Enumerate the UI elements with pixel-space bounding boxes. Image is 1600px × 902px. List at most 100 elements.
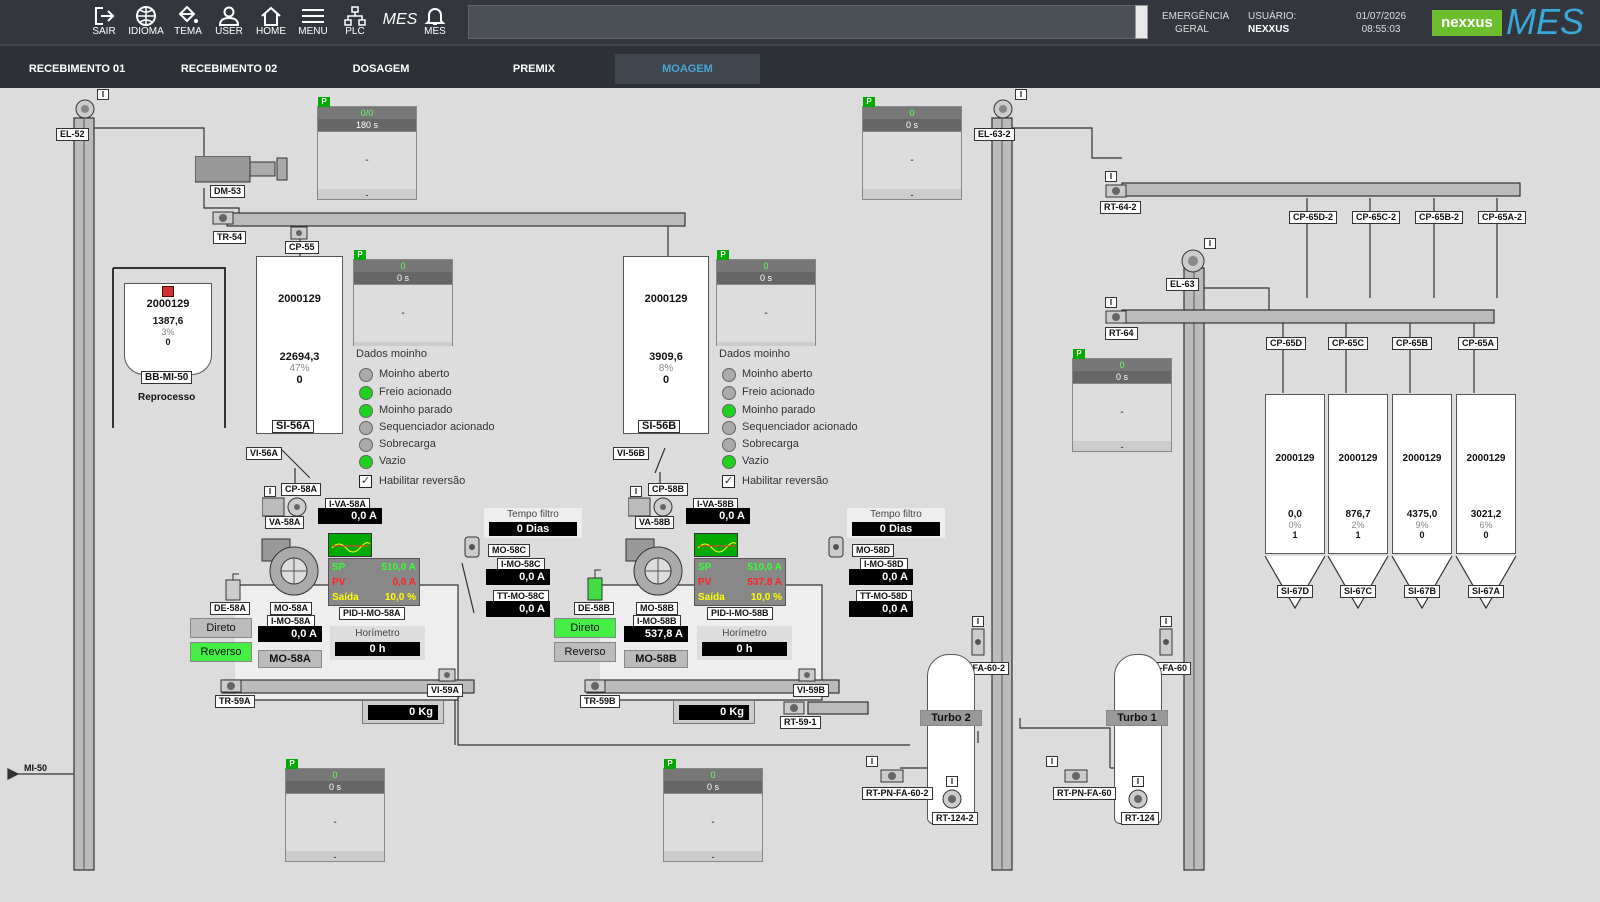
status-panel-6[interactable]: P 0 0 s - -	[285, 759, 385, 862]
cp55-tag[interactable]: CP-55	[285, 241, 319, 254]
rt642-tag[interactable]: RT-64-2	[1100, 201, 1141, 214]
dm53-tag[interactable]: DM-53	[210, 185, 246, 198]
el63-tag[interactable]: EL-63	[1166, 278, 1199, 291]
mill-b-direct-button[interactable]: Direto	[554, 618, 616, 638]
pid58b-tag[interactable]: PID-I-MO-58B	[707, 607, 773, 620]
status-panel-7[interactable]: P 0 0 s - -	[663, 759, 763, 862]
tab-moagem[interactable]: MOAGEM	[615, 54, 760, 84]
mill-a-direct-button[interactable]: Direto	[190, 618, 252, 638]
si67b-tag[interactable]: SI-67B	[1404, 585, 1441, 598]
cp65b2-tag[interactable]: CP-65B-2	[1415, 211, 1464, 224]
theme-button[interactable]: TEMA	[166, 4, 210, 42]
pid58a-tag[interactable]: PID-I-MO-58A	[339, 607, 405, 620]
silo-si56a[interactable]: 2000129 22694,3 47% 0	[256, 256, 343, 434]
cp65d-tag[interactable]: CP-65D	[1266, 337, 1307, 350]
va58b-valve-icon[interactable]	[628, 496, 676, 518]
el52-tag[interactable]: EL-52	[56, 128, 89, 141]
cp55-valve-icon[interactable]	[290, 226, 308, 240]
plc-button[interactable]: PLC	[333, 4, 377, 42]
rtpnfa602-motor-icon[interactable]	[880, 768, 910, 784]
de58b-equipment-icon[interactable]	[584, 568, 606, 602]
mo58d-motor-icon[interactable]	[828, 536, 844, 558]
pnfa602-valve-icon[interactable]	[970, 628, 986, 656]
turbo1-button[interactable]: Turbo 1	[1106, 710, 1168, 726]
el63-motor-icon[interactable]	[1180, 248, 1206, 274]
mo58c-tag[interactable]: MO-58C	[488, 544, 531, 557]
tab-dosagem[interactable]: DOSAGEM	[312, 54, 450, 84]
rt1242-mode-badge[interactable]: I	[946, 776, 958, 787]
rt124-motor-icon[interactable]	[1126, 788, 1150, 810]
rt64-motor-icon[interactable]	[1105, 309, 1127, 325]
message-scrollbar[interactable]	[1135, 5, 1148, 39]
silo-si56b[interactable]: 2000129 3909,6 8% 0	[623, 256, 709, 434]
mo58d-tag[interactable]: MO-58D	[852, 544, 895, 557]
mo58b-button[interactable]: MO-58B	[624, 650, 688, 668]
cp65a2-tag[interactable]: CP-65A-2	[1478, 211, 1527, 224]
pnfa60-mode-badge[interactable]: I	[1160, 616, 1172, 627]
rt642-motor-icon[interactable]	[1105, 183, 1127, 199]
el632-mode-badge[interactable]: I	[1015, 89, 1027, 100]
silo-si67d[interactable]: 2000129 0,0 0% 1	[1265, 394, 1325, 554]
va58b-tag[interactable]: VA-58B	[635, 516, 675, 529]
mill-a-trend-icon[interactable]	[328, 533, 372, 557]
exit-button[interactable]: SAIR	[82, 4, 126, 42]
de58a-tag[interactable]: DE-58A	[210, 602, 251, 615]
rt64-mode-badge[interactable]: I	[1105, 297, 1117, 308]
home-button[interactable]: HOME	[249, 4, 293, 42]
el52-motor-icon[interactable]	[74, 98, 96, 120]
rt64-tag[interactable]: RT-64	[1105, 327, 1138, 340]
pnfa602-mode-badge[interactable]: I	[972, 616, 984, 627]
si67c-tag[interactable]: SI-67C	[1340, 585, 1377, 598]
rt642-mode-badge[interactable]: I	[1105, 171, 1117, 182]
silo-si67b[interactable]: 2000129 4375,0 9% 0	[1392, 394, 1452, 554]
cp65a-tag[interactable]: CP-65A	[1458, 337, 1499, 350]
turbo2-button[interactable]: Turbo 2	[920, 710, 982, 726]
va58a-valve-icon[interactable]	[262, 496, 310, 518]
mill-b-trend-icon[interactable]	[694, 533, 738, 557]
vi59a-tag[interactable]: VI-59A	[427, 684, 464, 697]
si67a-tag[interactable]: SI-67A	[1468, 585, 1505, 598]
mill-b-motor-icon[interactable]	[618, 535, 688, 599]
status-panel-2[interactable]: P 0 0 s - -	[862, 97, 962, 200]
va58a-tag[interactable]: VA-58A	[265, 516, 305, 529]
el52-mode-badge[interactable]: I	[97, 89, 109, 100]
tr54-tag[interactable]: TR-54	[213, 231, 247, 244]
status-panel-5[interactable]: P 0 0 s - -	[1072, 349, 1172, 452]
tab-recebimento-01[interactable]: RECEBIMENTO 01	[8, 54, 146, 84]
menu-button[interactable]: MENU	[291, 4, 335, 42]
si56a-tag[interactable]: SI-56A	[272, 420, 315, 433]
vi59b-tag[interactable]: VI-59B	[793, 684, 830, 697]
bbmi50-tag[interactable]: BB-MI-50	[141, 371, 193, 384]
tr59a-motor-icon[interactable]	[220, 678, 242, 694]
tab-premix[interactable]: PREMIX	[465, 54, 603, 84]
cp65d2-tag[interactable]: CP-65D-2	[1289, 211, 1338, 224]
status-panel-1[interactable]: P 0/0 180 s - -	[317, 97, 417, 200]
rt124-mode-badge[interactable]: I	[1132, 776, 1144, 787]
el632-motor-icon[interactable]	[992, 98, 1014, 120]
rtpnfa602-mode-badge[interactable]: I	[866, 756, 878, 767]
rtpnfa602-tag[interactable]: RT-PN-FA-60-2	[862, 787, 933, 800]
de58b-tag[interactable]: DE-58B	[574, 602, 615, 615]
rt124-tag[interactable]: RT-124	[1121, 812, 1159, 825]
cp65c-tag[interactable]: CP-65C	[1328, 337, 1369, 350]
rtpnfa60-tag[interactable]: RT-PN-FA-60	[1053, 787, 1116, 800]
vi59b-valve-icon[interactable]	[798, 668, 816, 682]
vi56a-tag[interactable]: VI-56A	[246, 447, 283, 460]
cp58a-tag[interactable]: CP-58A	[281, 483, 322, 496]
alarm-button[interactable]: MES	[413, 4, 457, 42]
mill-b-pid-control[interactable]: SP 510,0 A PV 537,8 A Saída 10,0 %	[694, 558, 786, 606]
mo58c-motor-icon[interactable]	[464, 536, 480, 558]
language-button[interactable]: IDIOMA	[124, 4, 168, 42]
mo58a-button[interactable]: MO-58A	[258, 650, 322, 668]
dm53-equipment[interactable]	[195, 156, 295, 184]
user-button[interactable]: USER	[207, 4, 251, 42]
cp65c2-tag[interactable]: CP-65C-2	[1352, 211, 1401, 224]
silo-si67a[interactable]: 2000129 3021,2 6% 0	[1456, 394, 1516, 554]
checkbox-icon[interactable]: ✓	[722, 475, 735, 488]
silo-si67c[interactable]: 2000129 876,7 2% 1	[1328, 394, 1388, 554]
mill-a-reverse-button[interactable]: Reverso	[190, 642, 252, 662]
mill-a-motor-icon[interactable]	[254, 535, 324, 599]
tr59b-motor-icon[interactable]	[584, 678, 606, 694]
vi56b-tag[interactable]: VI-56B	[613, 447, 650, 460]
rtpnfa60-mode-badge[interactable]: I	[1046, 756, 1058, 767]
